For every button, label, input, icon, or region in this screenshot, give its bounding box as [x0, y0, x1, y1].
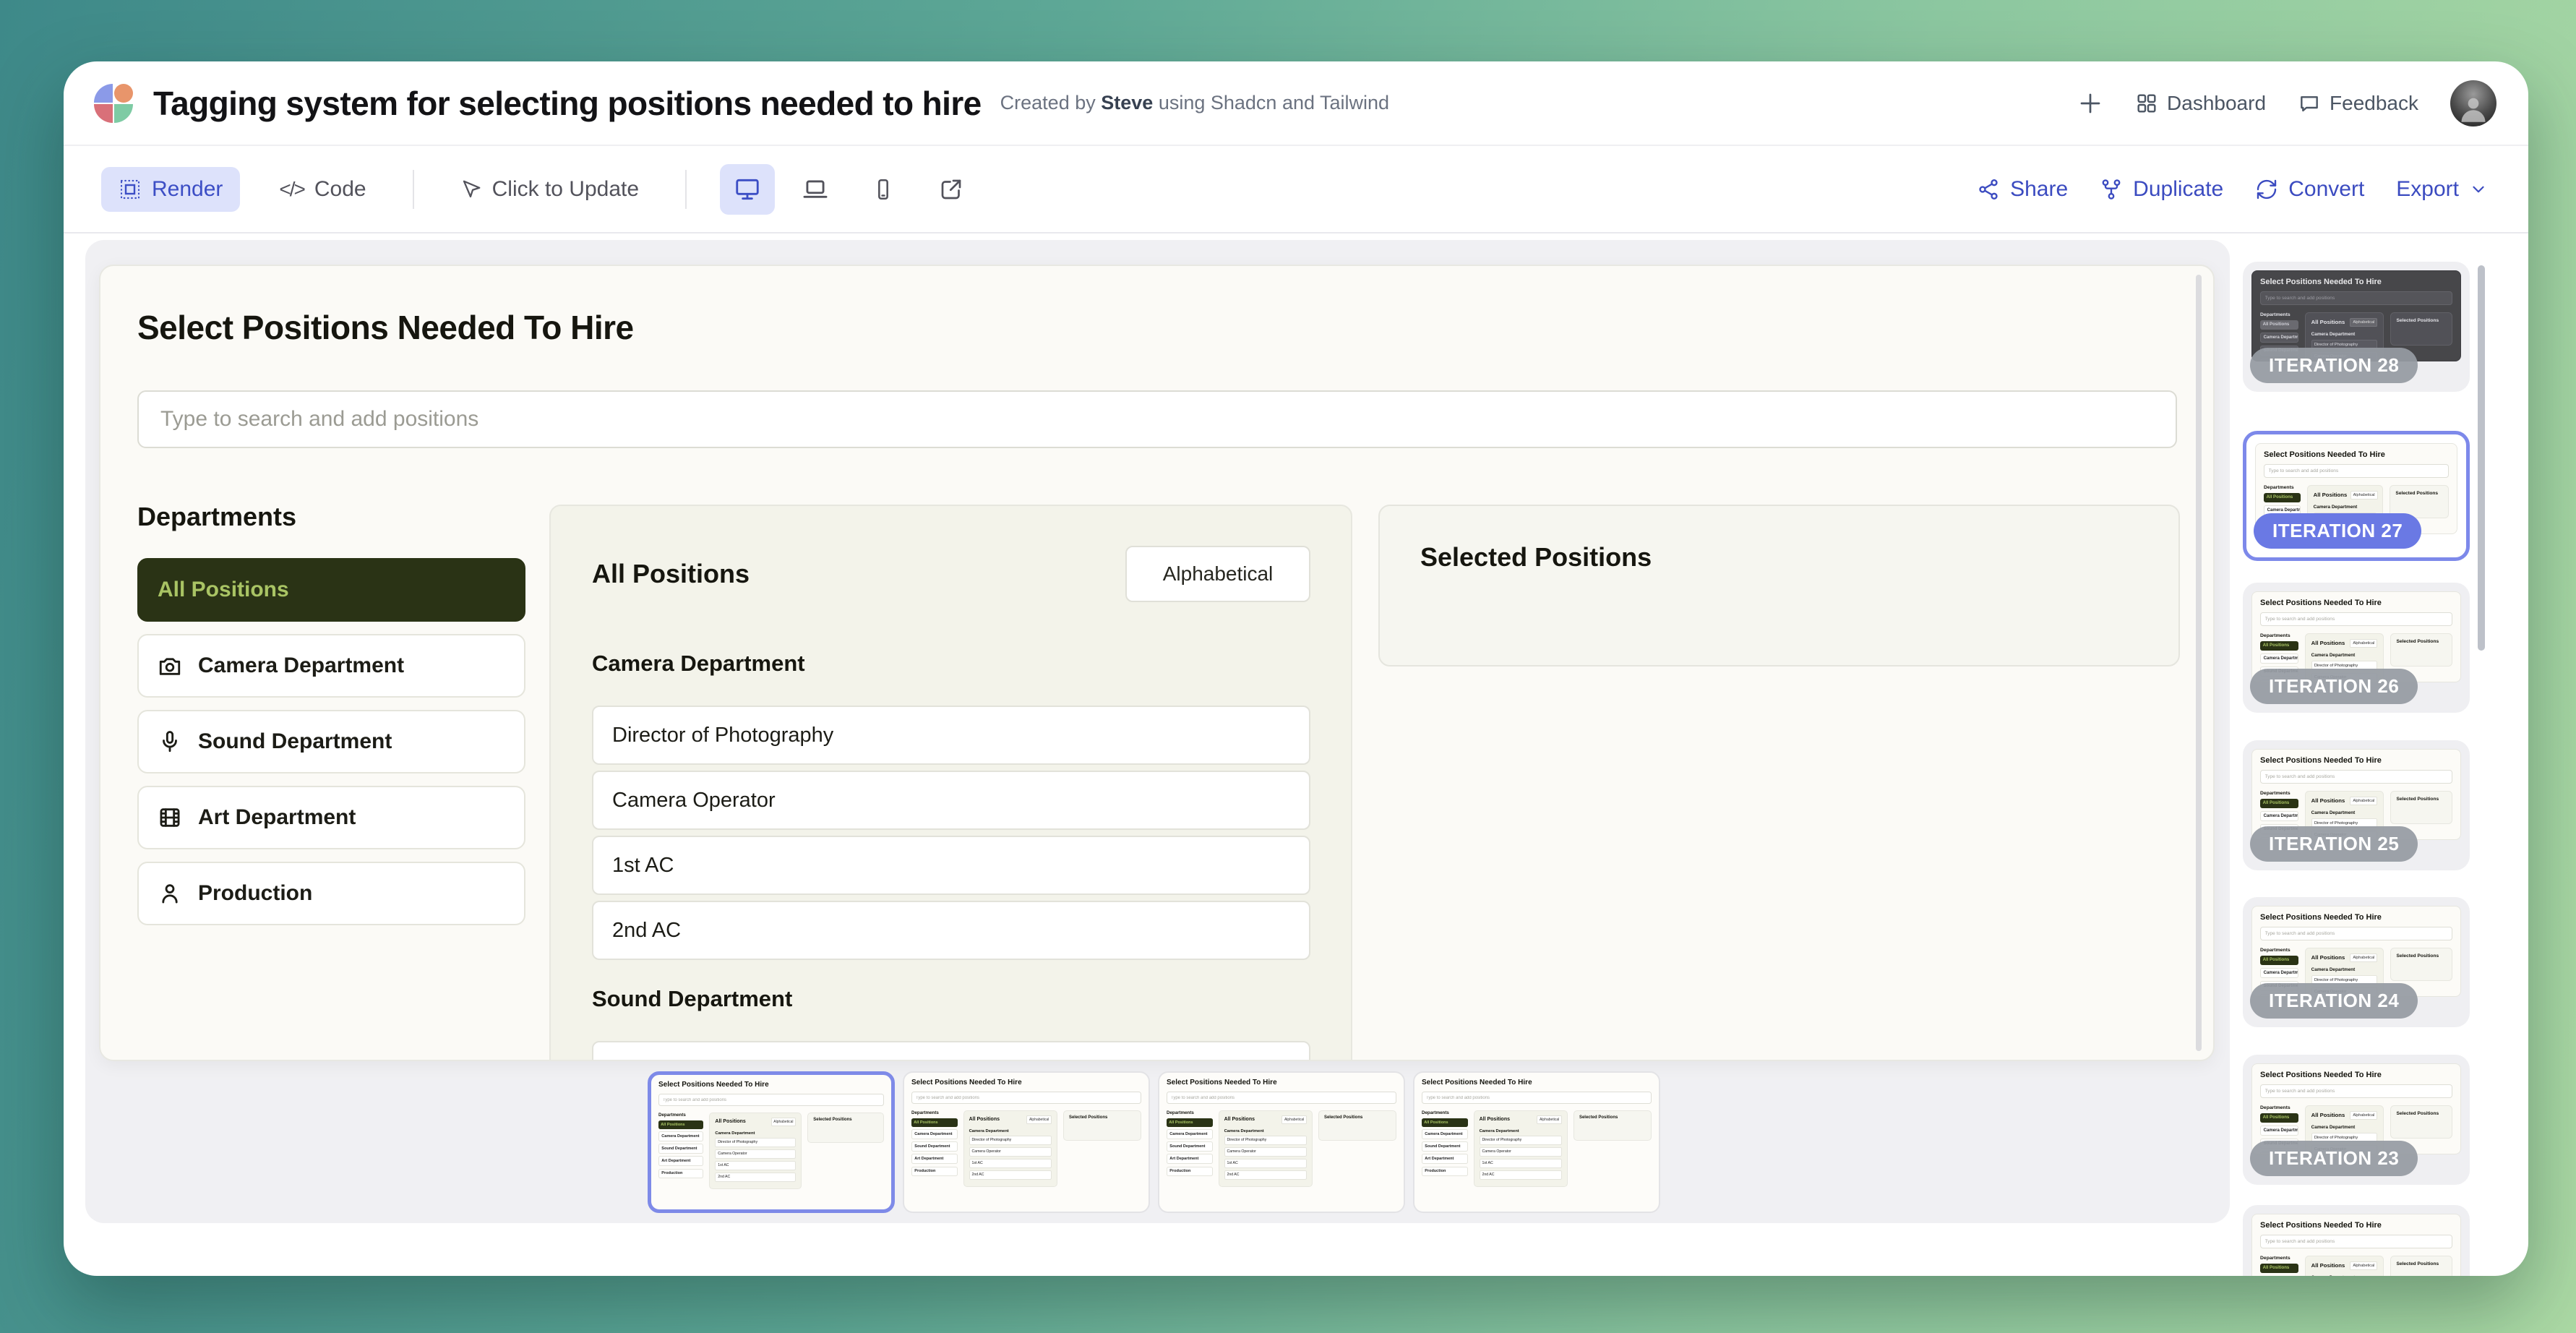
dashboard-grid-icon — [2135, 92, 2158, 115]
monitor-icon — [734, 176, 761, 203]
share-button[interactable]: Share — [1977, 177, 2068, 202]
iteration-label: ITERATION 25 — [2250, 826, 2418, 862]
position-row[interactable]: 2nd AC — [592, 901, 1310, 960]
version-thumbnail-1[interactable]: Select Positions Needed To HireType to s… — [648, 1071, 895, 1213]
share-icon — [1977, 178, 2000, 201]
position-section-title: Camera Department — [592, 651, 1310, 677]
version-thumbnail-4[interactable]: Select Positions Needed To HireType to s… — [1413, 1071, 1660, 1213]
toolbar-divider — [685, 170, 687, 209]
code-tab[interactable]: </> Code — [262, 167, 383, 212]
department-button-art-department[interactable]: Art Department — [137, 786, 525, 849]
mini-app-preview: Select Positions Needed To HireType to s… — [651, 1075, 891, 1209]
iteration-thumbnail-28[interactable]: Select Positions Needed To HireType to s… — [2243, 262, 2470, 392]
mini-app-preview: Select Positions Needed To HireType to s… — [1159, 1073, 1404, 1212]
iteration-thumbnail-24[interactable]: Select Positions Needed To HireType to s… — [2243, 897, 2470, 1027]
open-in-new-window-button[interactable] — [924, 164, 979, 215]
byline: Created by Steve using Shadcn and Tailwi… — [1000, 92, 1389, 114]
app-heading: Select Positions Needed To Hire — [137, 308, 634, 347]
mobile-preview-button[interactable] — [856, 164, 911, 215]
app-scrollbar[interactable] — [2196, 275, 2202, 1051]
department-label: All Positions — [158, 578, 289, 602]
code-icon: </> — [279, 178, 304, 201]
laptop-preview-button[interactable] — [788, 164, 843, 215]
position-row[interactable]: Sound Mixer — [592, 1041, 1310, 1061]
department-button-production[interactable]: Production — [137, 862, 525, 925]
byline-author: Steve — [1101, 92, 1153, 113]
microphone-icon — [158, 729, 182, 754]
department-label: Sound Department — [198, 729, 392, 754]
selected-positions-panel: Selected Positions — [1378, 505, 2180, 666]
render-tab[interactable]: Render — [101, 167, 240, 212]
iteration-thumbnail-23[interactable]: Select Positions Needed To HireType to s… — [2243, 1055, 2470, 1185]
version-thumbnails-strip: Select Positions Needed To HireType to s… — [648, 1071, 1660, 1213]
departments-column: Departments All Positions Camera Departme… — [137, 502, 525, 938]
fork-icon — [2100, 178, 2123, 201]
mini-app-preview: Select Positions Needed To HireType to s… — [1414, 1073, 1659, 1212]
department-label: Art Department — [198, 805, 356, 830]
toolbar: Render </> Code Click to Update — [64, 145, 2528, 233]
search-positions-input[interactable] — [137, 390, 2177, 448]
iterations-scrollbar[interactable] — [2478, 265, 2485, 651]
toolbar-divider — [413, 170, 414, 209]
mini-app-preview: Select Positions Needed To HireType to s… — [904, 1073, 1149, 1212]
header: Tagging system for selecting positions n… — [64, 61, 2528, 145]
preview-canvas: Select Positions Needed To Hire Departme… — [85, 240, 2230, 1223]
department-label: Camera Department — [198, 653, 404, 678]
camera-icon — [158, 653, 182, 678]
version-thumbnail-2[interactable]: Select Positions Needed To HireType to s… — [903, 1071, 1150, 1213]
iteration-thumbnail-27[interactable]: Select Positions Needed To HireType to s… — [2243, 431, 2470, 561]
render-icon — [119, 178, 142, 201]
iteration-thumbnail-25[interactable]: Select Positions Needed To HireType to s… — [2243, 740, 2470, 870]
rendered-app-preview: Select Positions Needed To Hire Departme… — [99, 265, 2215, 1061]
open-external-icon — [938, 176, 964, 202]
magic-patterns-logo — [94, 84, 133, 123]
click-to-update-button[interactable]: Click to Update — [443, 167, 656, 212]
new-project-button[interactable] — [2067, 83, 2113, 124]
position-row[interactable]: 1st AC — [592, 836, 1310, 895]
department-button-sound-department[interactable]: Sound Department — [137, 710, 525, 773]
iteration-label: ITERATION 28 — [2250, 348, 2418, 383]
plus-icon — [2077, 90, 2103, 116]
position-section-title: Sound Department — [592, 986, 1310, 1012]
alphabetical-sort-button[interactable]: Alphabetical — [1125, 546, 1310, 602]
person-icon — [158, 881, 182, 906]
department-label: Production — [198, 881, 312, 906]
iteration-label: ITERATION 27 — [2254, 513, 2421, 549]
version-thumbnail-3[interactable]: Select Positions Needed To HireType to s… — [1158, 1071, 1405, 1213]
laptop-icon — [802, 176, 829, 203]
iterations-sidebar: Select Positions Needed To HireType to s… — [2243, 61, 2476, 1276]
department-button-camera-department[interactable]: Camera Department — [137, 634, 525, 698]
all-positions-panel: All Positions Alphabetical Camera Depart… — [549, 505, 1352, 1061]
iteration-thumbnail-partial[interactable]: Select Positions Needed To HireType to s… — [2243, 1205, 2470, 1276]
departments-heading: Departments — [137, 502, 525, 532]
selected-positions-heading: Selected Positions — [1420, 542, 2138, 573]
mini-app-preview: Select Positions Needed To HireType to s… — [2251, 1214, 2461, 1276]
page-title: Tagging system for selecting positions n… — [153, 84, 982, 123]
phone-icon — [871, 177, 896, 202]
iteration-label: ITERATION 24 — [2250, 983, 2418, 1019]
iteration-label: ITERATION 26 — [2250, 669, 2418, 704]
cursor-icon — [460, 179, 482, 200]
duplicate-button[interactable]: Duplicate — [2100, 177, 2223, 202]
position-row[interactable]: Director of Photography — [592, 706, 1310, 765]
iteration-thumbnail-26[interactable]: Select Positions Needed To HireType to s… — [2243, 583, 2470, 713]
all-positions-heading: All Positions — [592, 559, 750, 589]
film-icon — [158, 805, 182, 830]
position-row[interactable]: Camera Operator — [592, 771, 1310, 830]
desktop-preview-button[interactable] — [720, 164, 775, 215]
iteration-label: ITERATION 23 — [2250, 1141, 2418, 1176]
department-button-all-positions[interactable]: All Positions — [137, 558, 525, 622]
app-window: Tagging system for selecting positions n… — [64, 61, 2528, 1276]
